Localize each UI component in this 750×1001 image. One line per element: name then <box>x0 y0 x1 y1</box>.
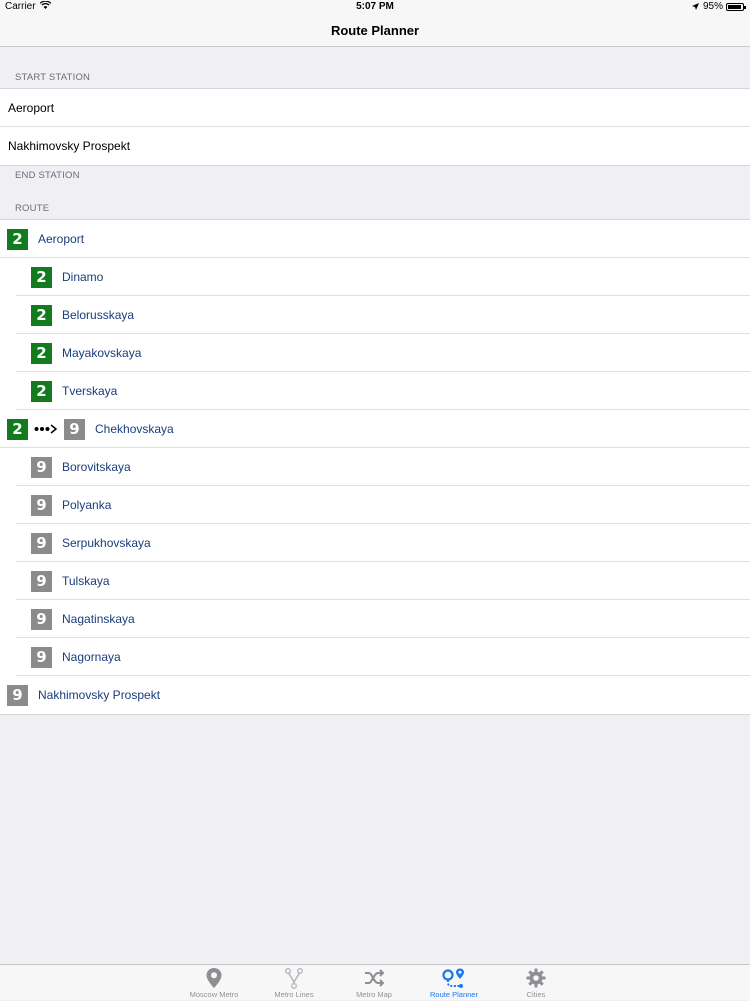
route-stop-row[interactable]: 2 Belorusskaya <box>0 296 750 334</box>
line-badge: 9 <box>31 532 52 554</box>
start-station-group: Aeroport Nakhimovsky Prospekt <box>0 88 750 166</box>
status-right: 95% <box>691 0 746 14</box>
station-name: Dinamo <box>62 270 104 284</box>
map-pin-icon <box>206 968 222 988</box>
station-name: Nakhimovsky Prospekt <box>38 688 161 702</box>
end-station-header: END STATION <box>15 170 80 181</box>
station-name: Tulskaya <box>62 574 110 588</box>
tab-label: Moscow Metro <box>189 990 239 999</box>
station-name: Nagatinskaya <box>62 612 135 626</box>
tab-metro-map[interactable]: Metro Map <box>334 965 414 1001</box>
line-badge: 2 <box>31 266 52 288</box>
station-name: Chekhovskaya <box>95 422 174 436</box>
route-stop-row[interactable]: 2 Aeroport <box>0 220 750 258</box>
line-badge: 9 <box>64 418 85 440</box>
tab-metro-lines[interactable]: Metro Lines <box>254 965 334 1001</box>
route-stop-row[interactable]: 9 Tulskaya <box>0 562 750 600</box>
station-name: Borovitskaya <box>62 460 131 474</box>
gear-icon <box>526 968 546 988</box>
route-planner-icon <box>442 968 464 988</box>
metro-lines-icon <box>285 968 303 989</box>
route-stop-row[interactable]: 9 Polyanka <box>0 486 750 524</box>
route-stop-row[interactable]: 9 Borovitskaya <box>0 448 750 486</box>
shuffle-icon <box>365 969 385 987</box>
route-stop-row[interactable]: 2 Dinamo <box>0 258 750 296</box>
tab-label: Metro Lines <box>274 990 314 999</box>
navigation-bar: Route Planner <box>0 14 750 47</box>
battery-percent: 95% <box>702 1 723 12</box>
line-badge: 9 <box>7 684 28 706</box>
line-badge: 2 <box>31 380 52 402</box>
station-name: Tverskaya <box>62 384 118 398</box>
tab-cities[interactable]: Cities <box>496 965 576 1001</box>
status-bar: Carrier 5:07 PM 95% <box>0 0 750 14</box>
station-name: Polyanka <box>62 498 112 512</box>
end-station-value: Nakhimovsky Prospekt <box>8 139 131 153</box>
tab-label: Route Planner <box>430 990 478 999</box>
route-header: ROUTE <box>15 203 50 214</box>
line-badge: 2 <box>7 418 28 440</box>
line-badge: 9 <box>31 494 52 516</box>
tab-label: Metro Map <box>356 990 392 999</box>
line-badge: 9 <box>31 646 52 668</box>
end-station-cell[interactable]: Nakhimovsky Prospekt <box>0 127 750 165</box>
transfer-arrow-icon <box>34 424 58 434</box>
station-name: Mayakovskaya <box>62 346 142 360</box>
line-badge: 9 <box>31 608 52 630</box>
station-name: Nagornaya <box>62 650 121 664</box>
tab-label: Cities <box>526 990 546 999</box>
station-name: Serpukhovskaya <box>62 536 151 550</box>
route-stop-row[interactable]: 2 Mayakovskaya <box>0 334 750 372</box>
route-stop-row[interactable]: 2 Tverskaya <box>0 372 750 410</box>
location-arrow-icon <box>691 0 699 14</box>
route-stop-row[interactable]: 9 Nagornaya <box>0 638 750 676</box>
line-badge: 2 <box>31 304 52 326</box>
route-stop-row[interactable]: 9 Nagatinskaya <box>0 600 750 638</box>
tab-bar: Moscow Metro Metro Lines Metro Map Route… <box>0 964 750 1000</box>
station-name: Aeroport <box>38 232 85 246</box>
start-station-value: Aeroport <box>8 101 55 115</box>
status-time: 5:07 PM <box>356 1 394 12</box>
route-list: 2 Aeroport 2 Dinamo 2 Belorusskaya 2 Mayakovska… <box>0 219 750 715</box>
line-badge: 9 <box>31 570 52 592</box>
route-stop-row[interactable]: 9 Serpukhovskaya <box>0 524 750 562</box>
station-name: Belorusskaya <box>62 308 135 322</box>
start-station-cell[interactable]: Aeroport <box>0 89 750 127</box>
line-badge: 2 <box>31 342 52 364</box>
tab-route-planner[interactable]: Route Planner <box>414 965 494 1001</box>
route-stop-row[interactable]: 2 9 Chekhovskaya <box>0 410 750 448</box>
tab-moscow-metro[interactable]: Moscow Metro <box>174 965 254 1001</box>
route-stop-row[interactable]: 9 Nakhimovsky Prospekt <box>0 676 750 714</box>
line-badge: 9 <box>31 456 52 478</box>
battery-icon <box>726 3 746 11</box>
battery-fill <box>728 5 741 9</box>
line-badge: 2 <box>7 228 28 250</box>
page-title: Route Planner <box>330 23 420 38</box>
start-station-header: START STATION <box>15 72 91 83</box>
